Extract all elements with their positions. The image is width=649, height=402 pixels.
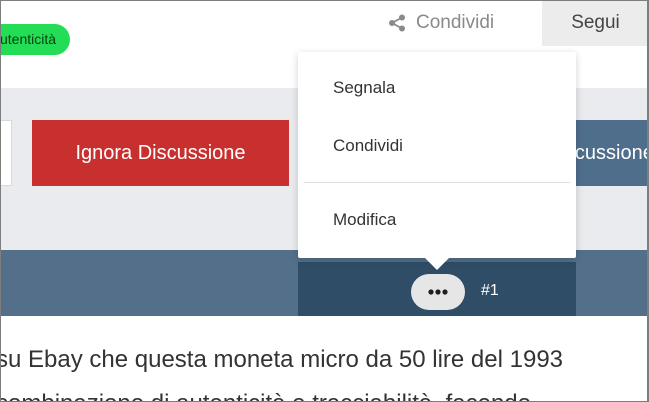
partial-button[interactable] xyxy=(0,120,12,186)
post-text-line: su Ebay che questa moneta micro da 50 li… xyxy=(0,346,564,373)
share-icon xyxy=(389,14,405,32)
share-label: Condividi xyxy=(416,12,495,33)
menu-item-segnala[interactable]: Segnala xyxy=(333,78,395,98)
post-content: su Ebay che questa moneta micro da 50 li… xyxy=(0,316,649,402)
authenticity-badge[interactable]: utenticità xyxy=(0,24,71,55)
post-options-menu: Segnala Condividi Modifica xyxy=(298,52,576,270)
menu-item-condividi[interactable]: Condividi xyxy=(333,136,403,156)
ellipsis-icon xyxy=(428,289,448,295)
share-link[interactable]: Condividi xyxy=(388,10,494,36)
follow-button[interactable]: Segui xyxy=(542,0,649,46)
post-number[interactable]: #1 xyxy=(481,282,499,300)
post-header-bar: #1 xyxy=(0,250,649,316)
ignore-discussion-button[interactable]: Ignora Discussione xyxy=(32,120,289,186)
menu-item-modifica[interactable]: Modifica xyxy=(333,210,396,230)
menu-divider xyxy=(304,182,570,183)
post-text-line: combinazione di autenticità e tracciabil… xyxy=(0,390,531,402)
more-options-button[interactable] xyxy=(411,274,465,310)
post-controls: #1 xyxy=(298,262,576,316)
